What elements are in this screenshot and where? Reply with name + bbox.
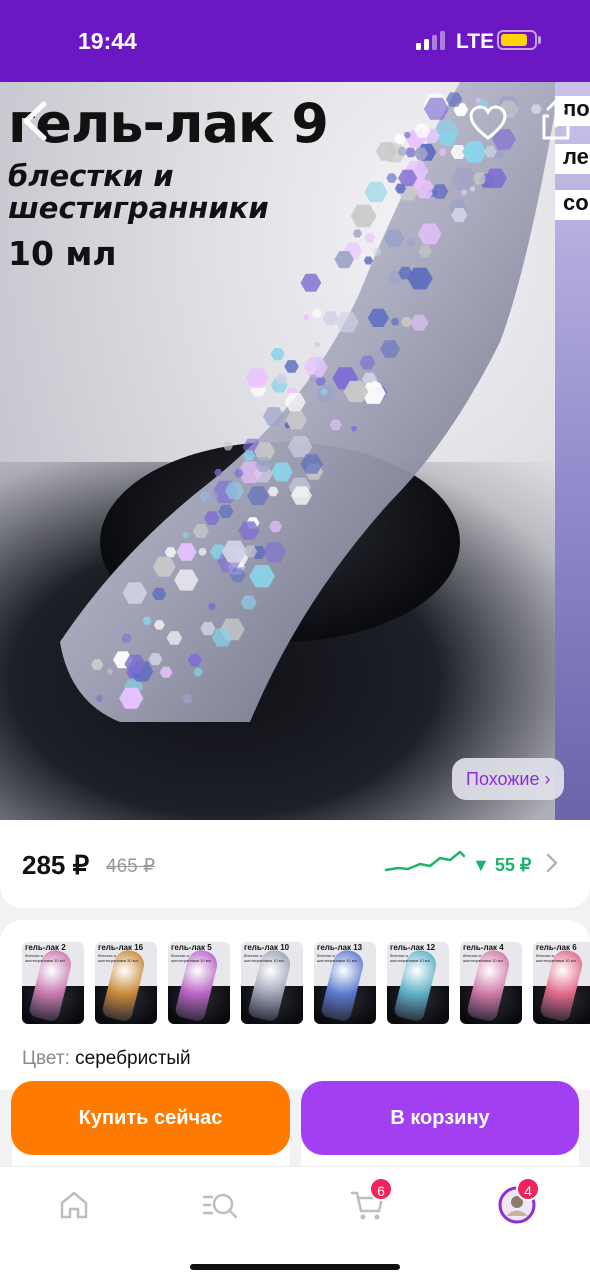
- variant-thumbnail[interactable]: гель-лак 12 блестки и шестигранники 10 м…: [387, 942, 449, 1024]
- home-icon: [60, 1191, 88, 1219]
- current-price: 285 ₽: [22, 850, 90, 880]
- status-bar: 19:44 LTE: [0, 0, 590, 82]
- variant-thumbnail[interactable]: гель-лак 6 блестки и шестигранники 10 мл: [533, 942, 590, 1024]
- variant-label: гель-лак 5: [171, 943, 212, 952]
- product-gallery[interactable]: по ле со гель-лак 9 блестки и шестигранн…: [0, 82, 590, 822]
- variant-thumbnail[interactable]: гель-лак 4 блестки и шестигранники 10 мл: [460, 942, 522, 1024]
- price-history-sparkline: [384, 850, 466, 872]
- selected-color: Цвет: серебристый: [22, 1048, 191, 1070]
- variant-sub: блестки и шестигранники 10 мл: [98, 953, 138, 963]
- signal-icon: [416, 30, 448, 50]
- glitter-flake: [350, 204, 377, 228]
- glitter-flake: [405, 147, 417, 158]
- variant-sub: блестки и шестигранники 10 мл: [317, 953, 357, 963]
- image-title: гель-лак 9: [8, 92, 329, 155]
- chevron-right-icon: [546, 853, 558, 873]
- color-label: Цвет:: [22, 1048, 70, 1069]
- variant-sub: блестки и шестигранники 10 мл: [171, 953, 211, 963]
- next-slide-tag: ле: [555, 144, 590, 174]
- glitter-flake: [303, 314, 310, 321]
- next-slide-preview[interactable]: по ле со: [555, 82, 590, 822]
- variant-sub: блестки и шестигранники 10 мл: [390, 953, 430, 963]
- variant-label: гель-лак 6: [536, 943, 577, 952]
- next-slide-tag: со: [555, 190, 590, 220]
- favorite-button[interactable]: [468, 104, 508, 142]
- glitter-flake: [312, 309, 322, 318]
- variant-sub: блестки и шестигранники 10 мл: [463, 953, 503, 963]
- variant-thumbnail[interactable]: гель-лак 13 блестки и шестигранники 10 м…: [314, 942, 376, 1024]
- tab-bar: 6 4: [0, 1166, 590, 1280]
- share-icon: [542, 99, 570, 140]
- chevron-left-icon: [23, 101, 47, 141]
- price-card[interactable]: 285 ₽ 465 ₽ ▼ 55 ₽: [0, 820, 590, 908]
- catalog-search-icon: [202, 1193, 238, 1219]
- variant-thumbnail[interactable]: гель-лак 2 блестки и шестигранники 10 мл: [22, 942, 84, 1024]
- similar-button[interactable]: Похожие ›: [452, 758, 565, 800]
- color-value: серебристый: [75, 1048, 191, 1069]
- image-volume: 10 мл: [8, 234, 117, 273]
- home-indicator: [190, 1264, 400, 1270]
- cart-badge: 6: [369, 1177, 393, 1201]
- variant-label: гель-лак 16: [98, 943, 144, 952]
- variant-thumbnails: гель-лак 2 блестки и шестигранники 10 мл…: [22, 942, 590, 1024]
- tab-catalog[interactable]: [200, 1185, 240, 1225]
- glitter-flake: [284, 360, 299, 373]
- variant-thumbnail[interactable]: гель-лак 16 блестки и шестигранники 10 м…: [95, 942, 157, 1024]
- glitter-flake: [245, 368, 269, 388]
- battery-icon: [497, 30, 537, 50]
- glitter-flake: [322, 311, 339, 326]
- variant-sub: блестки и шестигранники 10 мл: [25, 953, 65, 963]
- glitter-flake: [300, 273, 322, 292]
- variant-label: гель-лак 12: [390, 943, 436, 952]
- variant-label: гель-лак 2: [25, 943, 66, 952]
- variant-thumbnail[interactable]: гель-лак 10 блестки и шестигранники 10 м…: [241, 942, 303, 1024]
- variant-label: гель-лак 10: [244, 943, 290, 952]
- heart-icon: [469, 105, 507, 140]
- variant-sub: блестки и шестигранники 10 мл: [536, 953, 576, 963]
- back-button[interactable]: [18, 100, 54, 142]
- add-to-cart-button[interactable]: В корзину: [301, 1081, 579, 1155]
- glitter-flake: [270, 348, 285, 361]
- variant-sub: блестки и шестигранники 10 мл: [244, 953, 284, 963]
- glitter-flake: [363, 256, 373, 265]
- glitter-flake: [386, 173, 398, 183]
- variant-label: гель-лак 13: [317, 943, 363, 952]
- variant-thumbnail[interactable]: гель-лак 5 блестки и шестигранники 10 мл: [168, 942, 230, 1024]
- old-price: 465 ₽: [106, 856, 156, 877]
- variants-card: гель-лак 2 блестки и шестигранники 10 мл…: [0, 920, 590, 1090]
- tab-home[interactable]: [54, 1185, 94, 1225]
- network-label: LTE: [456, 30, 495, 53]
- glitter-flake: [352, 229, 363, 238]
- share-button[interactable]: [536, 98, 576, 142]
- profile-badge: 4: [516, 1177, 540, 1201]
- glitter-flake: [223, 442, 233, 451]
- buy-now-button[interactable]: Купить сейчас: [11, 1081, 290, 1155]
- glitter-flake: [364, 232, 376, 243]
- status-time: 19:44: [78, 28, 137, 54]
- price-drop: ▼ 55 ₽: [472, 855, 532, 875]
- glitter-flake: [314, 341, 321, 348]
- glitter-flake: [364, 182, 388, 203]
- variant-label: гель-лак 4: [463, 943, 504, 952]
- image-subtitle: блестки и шестигранники: [8, 159, 269, 225]
